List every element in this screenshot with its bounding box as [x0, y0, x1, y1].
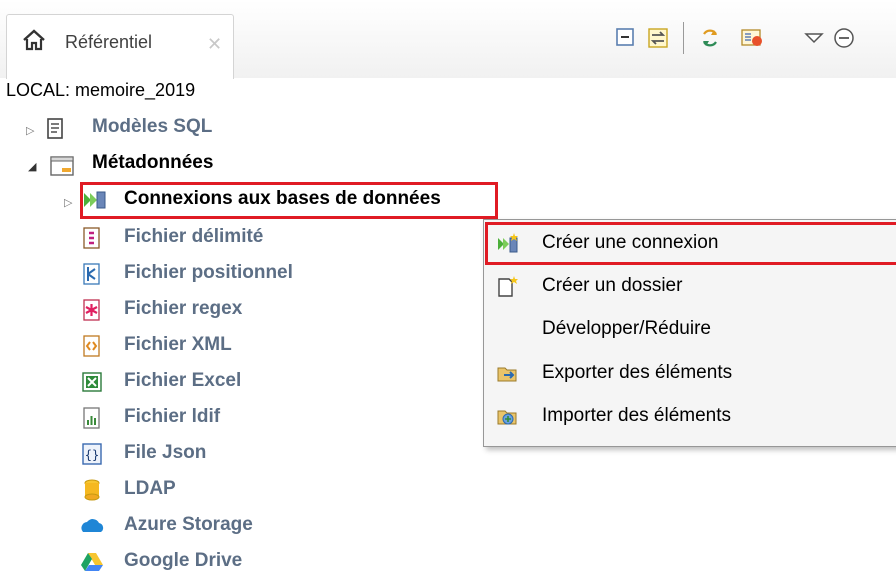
excel-file-icon: [82, 372, 102, 392]
import-icon: [497, 410, 517, 425]
menu-item-create-folder[interactable]: Créer un dossier: [484, 266, 896, 308]
tree-item-xml-file[interactable]: Fichier XML: [0, 328, 470, 364]
minimize-icon[interactable]: [832, 26, 856, 50]
tree-item-label: Azure Storage: [124, 514, 253, 535]
collapse-all-icon[interactable]: [614, 26, 638, 50]
collapse-icon[interactable]: ◢: [28, 160, 36, 173]
highlight-box-create-connection: [485, 222, 896, 265]
svg-text:{}: {}: [85, 448, 99, 462]
tree-item-metadata[interactable]: ◢ Métadonnées: [0, 146, 460, 182]
tree-item-azure-storage[interactable]: Azure Storage: [0, 508, 470, 544]
view-header: Référentiel ✕: [0, 0, 896, 79]
ldif-file-icon: [83, 407, 100, 429]
toolbar-separator: [683, 22, 684, 54]
json-file-icon: {}: [82, 443, 102, 465]
tree-item-label: Fichier délimité: [124, 226, 264, 247]
create-folder-icon: [498, 276, 518, 297]
metadata-folder-icon: [50, 156, 74, 176]
tree-item-positional-file[interactable]: Fichier positionnel: [0, 256, 470, 292]
export-icon: [497, 367, 517, 382]
tree-item-label: File Json: [124, 442, 207, 463]
tree-item-label: Métadonnées: [92, 152, 214, 173]
delimited-file-icon: [83, 227, 100, 249]
home-icon: [23, 29, 45, 51]
tree-item-label: LDAP: [124, 478, 176, 499]
view-menu-icon[interactable]: [802, 26, 826, 50]
google-drive-icon: [81, 553, 103, 571]
tree-item-ldif-file[interactable]: Fichier ldif: [0, 400, 470, 436]
link-editor-icon[interactable]: [646, 26, 670, 50]
menu-item-label: Importer des éléments: [542, 405, 732, 426]
tree-item-label: Fichier ldif: [124, 406, 221, 427]
filter-icon[interactable]: [740, 26, 764, 50]
expand-icon[interactable]: ▷: [64, 196, 72, 209]
refresh-icon[interactable]: [698, 26, 722, 50]
positional-file-icon: [83, 263, 100, 285]
sql-template-icon: [47, 118, 63, 139]
highlight-box-connections: [80, 182, 498, 219]
tree-item-ldap[interactable]: LDAP: [0, 472, 470, 508]
menu-item-import[interactable]: Importer des éléments: [484, 396, 896, 438]
menu-item-export[interactable]: Exporter des éléments: [484, 353, 896, 395]
menu-item-label: Développer/Réduire: [542, 318, 711, 339]
azure-storage-icon: [81, 519, 104, 532]
tree-item-label: Fichier XML: [124, 334, 232, 355]
tree-item-sql-templates[interactable]: ▷ Modèles SQL: [0, 110, 460, 146]
tree-item-regex-file[interactable]: Fichier regex: [0, 292, 470, 328]
tree-item-label: Fichier regex: [124, 298, 243, 319]
tree-item-label: Google Drive: [124, 550, 243, 571]
repository-root-label: LOCAL: memoire_2019: [6, 80, 196, 100]
menu-item-label: Créer un dossier: [542, 275, 683, 296]
tree-item-google-drive[interactable]: Google Drive: [0, 544, 470, 580]
tree-item-delimited-file[interactable]: Fichier délimité: [0, 220, 470, 256]
expand-icon[interactable]: ▷: [26, 124, 34, 137]
close-icon[interactable]: ✕: [207, 34, 222, 55]
tree-item-excel-file[interactable]: Fichier Excel: [0, 364, 470, 400]
tab-repository[interactable]: Référentiel ✕: [6, 14, 234, 79]
tab-label: Référentiel: [65, 32, 153, 52]
xml-file-icon: [83, 335, 100, 357]
tree-item-label: Fichier Excel: [124, 370, 242, 391]
menu-item-expand-collapse[interactable]: Développer/Réduire: [484, 309, 896, 351]
regex-file-icon: [83, 299, 100, 321]
tree-item-label: Modèles SQL: [92, 116, 213, 137]
tree-item-label: Fichier positionnel: [124, 262, 293, 283]
menu-item-label: Exporter des éléments: [542, 362, 733, 383]
ldap-icon: [84, 479, 100, 501]
tree-item-json-file[interactable]: {} File Json: [0, 436, 470, 472]
